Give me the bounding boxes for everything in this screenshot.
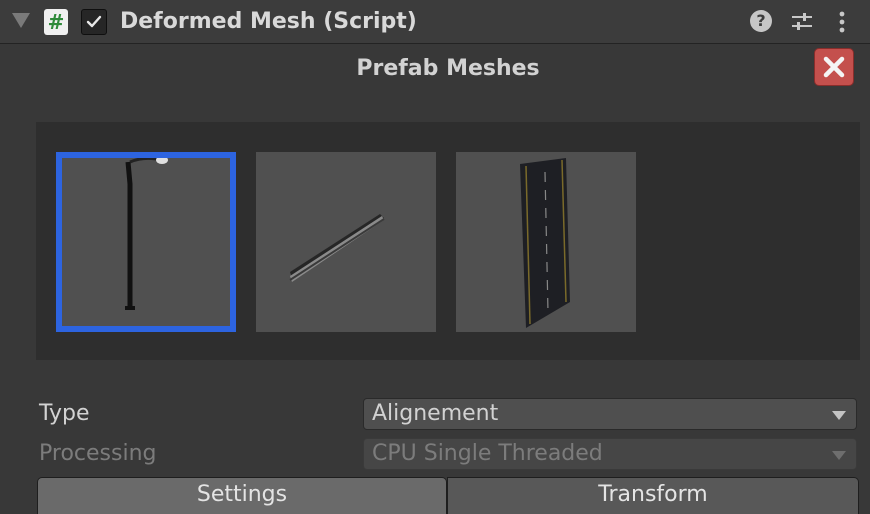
prefab-mesh-grid bbox=[36, 122, 860, 360]
processing-label: Processing bbox=[39, 441, 157, 466]
type-dropdown[interactable]: Alignement bbox=[363, 398, 857, 430]
component-title: Deformed Mesh (Script) bbox=[120, 9, 417, 34]
guardrail-mesh-tile[interactable] bbox=[256, 152, 436, 332]
dropdown-arrow-icon bbox=[832, 411, 846, 420]
type-dropdown-value: Alignement bbox=[372, 401, 499, 426]
foldout-triangle-icon[interactable] bbox=[12, 13, 30, 28]
street-lamp-mesh-icon bbox=[125, 158, 168, 310]
road-segment-mesh-tile[interactable] bbox=[456, 152, 636, 332]
presets-icon[interactable] bbox=[790, 10, 814, 34]
tab-settings[interactable]: Settings bbox=[37, 477, 447, 514]
guardrail-mesh-icon bbox=[289, 214, 385, 282]
type-label: Type bbox=[39, 401, 90, 426]
processing-dropdown: CPU Single Threaded bbox=[363, 438, 857, 470]
component-header[interactable]: # Deformed Mesh (Script) ? bbox=[0, 0, 870, 44]
prefab-meshes-title: Prefab Meshes bbox=[356, 56, 540, 81]
road-segment-mesh-icon bbox=[520, 158, 570, 328]
script-icon: # bbox=[44, 9, 68, 35]
kebab-menu-icon[interactable] bbox=[830, 10, 854, 34]
close-icon bbox=[823, 56, 845, 78]
processing-dropdown-value: CPU Single Threaded bbox=[372, 441, 603, 466]
tab-transform[interactable]: Transform bbox=[447, 477, 859, 514]
help-icon[interactable]: ? bbox=[750, 10, 772, 32]
component-enabled-checkbox[interactable] bbox=[81, 9, 107, 35]
close-button[interactable] bbox=[814, 48, 854, 86]
checkmark-icon bbox=[86, 15, 102, 28]
dropdown-arrow-icon bbox=[832, 451, 846, 460]
street-lamp-mesh-tile[interactable] bbox=[56, 152, 236, 332]
